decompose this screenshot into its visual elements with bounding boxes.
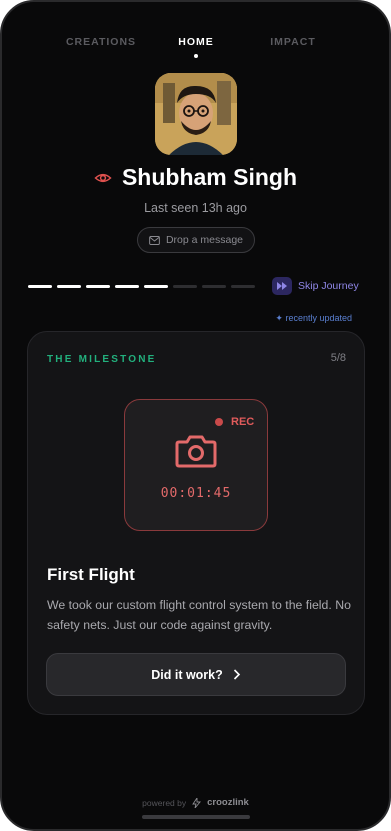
- journey-progress: [28, 285, 255, 288]
- progress-segment: [115, 285, 139, 288]
- avatar[interactable]: [155, 73, 237, 155]
- home-indicator[interactable]: [142, 815, 250, 819]
- drop-message-label: Drop a message: [165, 234, 244, 246]
- profile-header: Shubham Singh: [2, 164, 389, 191]
- eye-icon: [94, 173, 112, 182]
- last-seen-text: Last seen 13h ago: [144, 201, 247, 215]
- tab-home[interactable]: HOME: [178, 36, 214, 48]
- progress-segment: [202, 285, 226, 288]
- bolt-icon: [192, 797, 202, 808]
- progress-segment: [57, 285, 81, 288]
- milestone-description: We took our custom flight control system…: [47, 598, 351, 632]
- tab-creations[interactable]: CREATIONS: [66, 36, 136, 48]
- tab-impact[interactable]: IMPACT: [270, 36, 315, 48]
- chevron-right-icon: [233, 669, 240, 680]
- rec-dot-icon: [215, 418, 223, 426]
- profile-name: Shubham Singh: [121, 164, 298, 190]
- rec-label: REC: [231, 416, 255, 428]
- recording-timer: 00:01:45: [160, 486, 232, 501]
- skip-forward-icon: [272, 277, 292, 295]
- milestone-title: First Flight: [47, 565, 135, 584]
- footer: powered by croozlink: [2, 797, 389, 808]
- skip-journey-button[interactable]: Skip Journey: [272, 277, 359, 295]
- progress-segment: [86, 285, 110, 288]
- progress-segment: [28, 285, 52, 288]
- progress-segment: [144, 285, 168, 288]
- camera-icon: [175, 435, 217, 468]
- brand-name[interactable]: croozlink: [207, 797, 249, 808]
- progress-segment: [173, 285, 197, 288]
- powered-by-text: powered by: [142, 797, 187, 808]
- recently-updated-badge: ✦ recently updated: [275, 313, 352, 323]
- phone-frame: CREATIONS HOME IMPACT Shubham Singh Last: [0, 0, 391, 831]
- active-tab-indicator: [194, 54, 198, 58]
- milestone-card: THE MILESTONE 5/8 REC 00:01:45 First Fli…: [27, 331, 365, 715]
- recording-preview: REC 00:01:45: [124, 399, 268, 531]
- milestone-label: THE MILESTONE: [47, 354, 157, 365]
- progress-segment: [231, 285, 255, 288]
- mail-icon: [149, 235, 160, 245]
- did-it-work-label: Did it work?: [151, 667, 223, 682]
- skip-journey-label: Skip Journey: [298, 280, 359, 292]
- milestone-count: 5/8: [330, 352, 346, 364]
- drop-message-button[interactable]: Drop a message: [137, 227, 255, 253]
- did-it-work-button[interactable]: Did it work?: [46, 653, 346, 696]
